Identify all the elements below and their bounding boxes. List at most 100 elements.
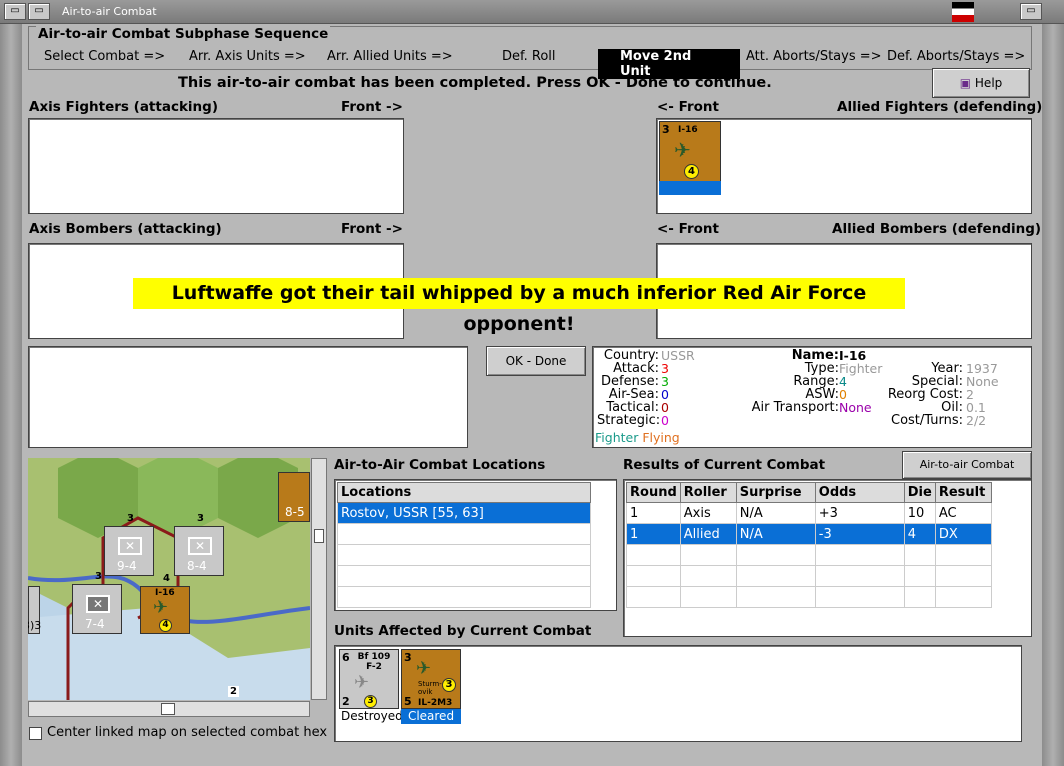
result-row[interactable]: 1 Allied N/A -3 4 DX	[626, 523, 993, 545]
cell: 4	[903, 523, 936, 545]
scroll-thumb[interactable]	[314, 529, 324, 543]
col-result: Result	[934, 482, 993, 503]
status-fighter: Fighter	[595, 430, 639, 445]
map-vertical-scrollbar[interactable]	[311, 458, 327, 700]
strategic-key: Strategic:	[597, 413, 661, 428]
frame-left	[0, 24, 22, 766]
allied-fighters-front-label: <- Front	[657, 99, 719, 115]
map-unit-coin: 4	[159, 619, 172, 632]
map-unit-9-4[interactable]: 3 ✕ 9-4	[104, 513, 154, 576]
locations-table: Locations Rostov, USSR [55, 63]	[337, 482, 591, 608]
plane-icon: ✈	[416, 658, 432, 679]
frame-right	[1042, 24, 1064, 766]
il2-counter[interactable]: 3 ✈ Sturm-ovik 5 IL-2M3 3	[401, 649, 461, 709]
plane-icon: ✈	[153, 597, 169, 618]
axis-fighters-label: Axis Fighters (attacking)	[29, 99, 218, 115]
ok-done-button[interactable]: OK - Done	[486, 346, 586, 376]
plane-icon: ✈	[354, 672, 370, 693]
step-select-combat: Select Combat =>	[44, 49, 166, 64]
allied-fighters-label: Allied Fighters (defending)	[837, 99, 1043, 115]
axis-fighters-box[interactable]	[28, 118, 404, 214]
step-att-aborts: Att. Aborts/Stays =>	[746, 49, 882, 64]
close-button[interactable]: ▭	[1020, 3, 1042, 20]
location-row[interactable]: Rostov, USSR [55, 63]	[337, 502, 591, 524]
step-def-aborts: Def. Aborts/Stays =>	[887, 49, 1026, 64]
results-frame: Round Roller Surprise Odds Die Result 1 …	[623, 479, 1032, 637]
scroll-thumb[interactable]	[161, 703, 175, 715]
unit-attack: 6	[342, 651, 350, 664]
sequence-title: Air-to-air Combat Subphase Sequence	[36, 26, 331, 42]
cell: 1	[626, 523, 681, 545]
airtransport-key: Air Transport:	[751, 400, 839, 415]
map-unit-7-4[interactable]: 3 ✕ 7-4	[72, 571, 122, 634]
infantry-icon: ✕	[188, 537, 212, 555]
i16-counter[interactable]: 3 I-16 ✈ 4	[659, 121, 721, 183]
combat-notes-box	[28, 346, 468, 448]
unit-attack: 3	[404, 651, 412, 664]
status-message: This air-to-air combat has been complete…	[178, 75, 772, 91]
cell: N/A	[735, 523, 816, 545]
map-unit-stack: 3	[127, 513, 134, 524]
hex-number: 2	[228, 686, 239, 697]
map-unit-value: 8-4	[187, 559, 207, 573]
location-row-empty	[337, 586, 591, 608]
title-bar: ▭ ▭ Air-to-air Combat ▭	[0, 0, 1064, 24]
unit-coin: 3	[442, 678, 456, 692]
axis-bombers-label: Axis Bombers (attacking)	[29, 221, 222, 237]
unit-name: IL-2M3	[418, 698, 453, 708]
step-arr-allied: Arr. Allied Units =>	[327, 49, 453, 64]
strategic-value: 0	[661, 413, 669, 428]
affected-units-box: 6 Bf 109 F-2 ✈ 2 3 Destroyed 3 ✈ Sturm-o…	[334, 645, 1022, 742]
book-icon: ▣	[959, 76, 972, 90]
map-unit-edge-left[interactable]: 3)3	[28, 586, 42, 634]
map-unit-value: 3)3	[28, 619, 42, 632]
costturns-key: Cost/Turns:	[891, 413, 963, 428]
results-table: Round Roller Surprise Odds Die Result 1 …	[626, 482, 993, 608]
unit-coin: 3	[364, 695, 377, 708]
help-button[interactable]: ▣ Help	[932, 68, 1030, 98]
cell: -3	[814, 523, 905, 545]
costturns-value: 2/2	[966, 413, 987, 428]
step-def-roll: Def. Roll	[502, 49, 556, 64]
bf109-status: Destroyed	[341, 709, 403, 723]
minimize-button[interactable]: ▭	[28, 3, 50, 20]
cell: 1	[626, 502, 681, 524]
locations-header: Locations	[337, 482, 591, 503]
center-linked-checkbox[interactable]	[29, 727, 42, 740]
center-linked-label: Center linked map on selected combat hex	[47, 725, 328, 740]
mini-map[interactable]: 3 ✕ 9-4 3 ✕ 8-4 3 ✕ 7-4 4 I-16 ✈ 4 8-5 3…	[28, 458, 310, 700]
locations-title: Air-to-Air Combat Locations	[334, 457, 546, 473]
unit-defense: 2	[342, 695, 350, 708]
allied-fighters-box[interactable]: 3 I-16 ✈ 4	[656, 118, 1032, 214]
location-row-empty	[337, 523, 591, 545]
map-unit-edge[interactable]: 8-5	[278, 472, 310, 522]
affected-title: Units Affected by Current Combat	[334, 623, 592, 639]
col-surprise: Surprise	[735, 482, 816, 503]
system-menu-button[interactable]: ▭	[4, 3, 26, 20]
map-horizontal-scrollbar[interactable]	[28, 701, 310, 717]
infantry-icon: ✕	[118, 537, 142, 555]
map-unit-8-4[interactable]: 3 ✕ 8-4	[174, 513, 224, 576]
result-row[interactable]: 1 Axis N/A +3 10 AC	[626, 502, 993, 524]
axis-flag-icon	[952, 2, 974, 22]
unit-defense: 5	[404, 695, 412, 708]
map-unit-value: 9-4	[117, 559, 137, 573]
unit-info-panel: Country: Attack: Defense: Air-Sea: Tacti…	[592, 346, 1032, 448]
cell: DX	[934, 523, 993, 545]
map-unit-i16[interactable]: 4 I-16 ✈ 4	[140, 573, 190, 634]
map-unit-value: 7-4	[85, 617, 105, 631]
unit-name: Bf 109 F-2	[357, 652, 391, 672]
cell: 10	[903, 502, 936, 524]
cell: N/A	[735, 502, 816, 524]
bf109-counter[interactable]: 6 Bf 109 F-2 ✈ 2 3	[339, 649, 399, 709]
combat-chart-button[interactable]: Air-to-air Combat Chart	[902, 451, 1032, 497]
col-die: Die	[903, 482, 936, 503]
axis-fighters-front-label: Front ->	[341, 99, 403, 115]
col-round: Round	[626, 482, 681, 503]
location-row-empty	[337, 544, 591, 566]
counter-attack: 3	[662, 123, 670, 136]
unit-subname: Sturm-ovik	[418, 680, 442, 696]
allied-bombers-front-label: <- Front	[657, 221, 719, 237]
counter-name: I-16	[678, 125, 698, 135]
col-roller: Roller	[679, 482, 737, 503]
